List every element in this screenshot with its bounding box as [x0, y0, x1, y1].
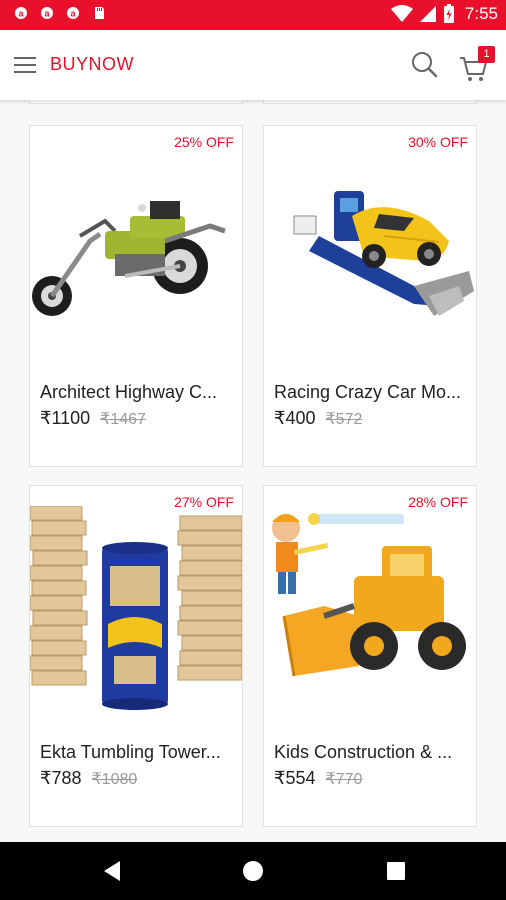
- status-time: 7:55: [464, 4, 498, 23]
- product-price: ₹788: [40, 768, 82, 788]
- product-name: Racing Crazy Car Mo...: [274, 382, 462, 402]
- product-card[interactable]: 30% OFF Racing Crazy Car Mo... ₹400 ₹572: [263, 125, 477, 467]
- product-original-price: ₹1080: [91, 771, 138, 788]
- product-original-price: ₹1467: [100, 411, 146, 428]
- product-card[interactable]: 28% OFF Kids Construction & ... ₹554 ₹77…: [263, 485, 477, 827]
- app-notification-icon: a: [41, 7, 53, 19]
- product-original-price: ₹572: [325, 411, 363, 428]
- product-image-race-car-launcher-toy: [293, 191, 474, 316]
- status-bar: a a a 7:55: [0, 0, 506, 30]
- product-image-construction-loader-toy: [272, 513, 466, 677]
- system-status: 7:55: [390, 4, 498, 24]
- app-notification-icon: a: [67, 7, 79, 19]
- app-bar: BUYNOW 1: [0, 30, 506, 100]
- product-grid[interactable]: 25% OFF Architect Highway C... ₹1100 ₹14…: [0, 100, 506, 842]
- discount-badge: 27% OFF: [174, 494, 234, 510]
- product-name: Architect Highway C...: [40, 382, 218, 402]
- back-icon[interactable]: [100, 859, 124, 883]
- wifi-icon: [390, 5, 413, 22]
- product-card[interactable]: 27% OFF Ekta Tumbling Tower... ₹788 ₹108…: [29, 485, 243, 827]
- search-icon[interactable]: [410, 50, 438, 78]
- battery-icon: [443, 4, 454, 23]
- menu-icon[interactable]: [12, 52, 38, 78]
- home-icon[interactable]: [241, 859, 265, 883]
- product-price: ₹400: [274, 408, 316, 428]
- signal-icon: [419, 6, 436, 22]
- product-original-price: ₹770: [325, 771, 363, 788]
- product-card[interactable]: 25% OFF Architect Highway C... ₹1100 ₹14…: [29, 125, 243, 467]
- price-row: ₹400 ₹572: [274, 408, 362, 429]
- product-image-motorcycle-toy: [32, 201, 226, 316]
- sd-card-icon: [95, 7, 104, 19]
- cart-button[interactable]: 1: [458, 46, 496, 82]
- discount-badge: 25% OFF: [174, 134, 234, 150]
- recents-icon[interactable]: [384, 859, 408, 883]
- notification-icons: a a a: [14, 6, 106, 20]
- product-name: Kids Construction & ...: [274, 742, 453, 762]
- previous-card-edge: [29, 100, 243, 104]
- price-row: ₹788 ₹1080: [40, 768, 137, 789]
- product-name: Ekta Tumbling Tower...: [40, 742, 221, 762]
- product-price: ₹554: [274, 768, 316, 788]
- product-image-tumbling-tower-game: [30, 506, 242, 710]
- discount-badge: 30% OFF: [408, 134, 468, 150]
- cart-count-badge: 1: [478, 46, 495, 63]
- discount-badge: 28% OFF: [408, 494, 468, 510]
- price-row: ₹1100 ₹1467: [40, 408, 146, 429]
- app-notification-icon: a: [15, 7, 27, 19]
- price-row: ₹554 ₹770: [274, 768, 362, 789]
- product-price: ₹1100: [40, 408, 91, 428]
- navigation-bar: [0, 842, 506, 900]
- app-title: BUYNOW: [50, 54, 134, 74]
- previous-card-edge: [263, 100, 477, 104]
